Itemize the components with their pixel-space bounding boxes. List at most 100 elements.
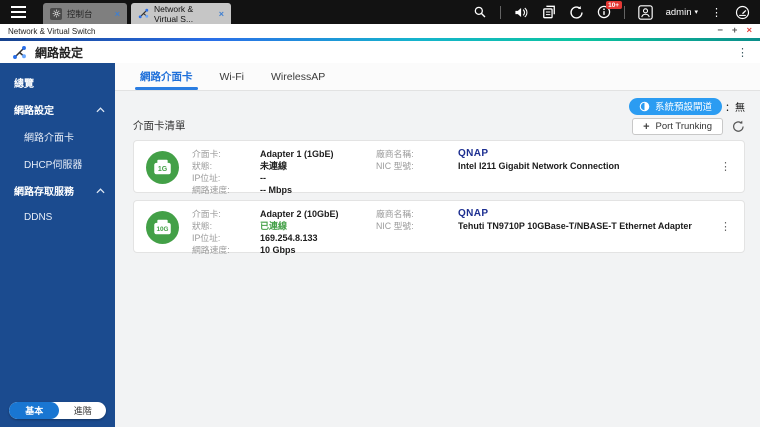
tab-label: Wi-Fi: [220, 71, 245, 83]
notification-badge: 10+: [606, 1, 622, 9]
adapter-speed: 10 Gbps: [260, 244, 376, 256]
chevron-up-icon: [96, 188, 105, 194]
more-options-icon[interactable]: ⋮: [711, 6, 722, 19]
vendor-logo: QNAP: [458, 148, 717, 160]
sidebar-item-label: 網路存取服務: [14, 183, 74, 198]
mode-toggle: 基本 進階: [9, 402, 106, 419]
toggle-icon: [639, 101, 650, 112]
gateway-value: ：無: [725, 99, 745, 114]
tab-label: WirelessAP: [271, 71, 325, 83]
minimize-button[interactable]: −: [717, 26, 723, 36]
sidebar-group-network-access[interactable]: 網路存取服務: [0, 177, 115, 204]
adapter-row: 10G 介面卡: 狀態: IP位址: 網路速度: Adapter 2: [133, 200, 745, 253]
sidebar-item-dhcp-server[interactable]: DHCP伺服器: [0, 150, 115, 177]
field-label: 介面卡:: [192, 148, 260, 160]
close-button[interactable]: ×: [746, 26, 752, 36]
sidebar-item-label: 網路介面卡: [24, 129, 74, 144]
field-label: NIC 型號:: [376, 220, 458, 232]
tab-network-virtual-switch[interactable]: Network & Virtual S... ×: [131, 3, 231, 24]
gear-icon: [50, 8, 62, 20]
content-area: 系統預設閘道 ：無 介面卡清單 + Port Trunking: [115, 91, 760, 427]
field-label: 網路速度:: [192, 184, 260, 196]
sidebar-item-overview[interactable]: 總覽: [0, 69, 115, 96]
tab-wifi[interactable]: Wi-Fi: [220, 63, 245, 90]
header-more-options-icon[interactable]: ⋮: [737, 46, 748, 59]
app-header: 網路設定 ⋮: [0, 41, 760, 63]
adapter-1g-icon: 1G: [146, 151, 179, 189]
sidebar: 總覽 網路設定 網路介面卡 DHCP伺服器 網路存取服務 DDN: [0, 63, 115, 427]
sidebar-group-network-settings[interactable]: 網路設定: [0, 96, 115, 123]
field-label: IP位址:: [192, 172, 260, 184]
chevron-down-icon: ▾: [694, 8, 698, 16]
page-title: 網路設定: [35, 44, 83, 61]
topbar-actions: 10+ admin ▾ ⋮: [473, 0, 760, 24]
adapter-list: 1G 介面卡: 狀態: IP位址: 網路速度: Adapter 1: [133, 140, 745, 253]
sidebar-item-ddns[interactable]: DDNS: [0, 204, 115, 231]
notifications-icon[interactable]: 10+: [597, 5, 611, 19]
vendor-logo: QNAP: [458, 208, 717, 220]
adapter-more-options-icon[interactable]: ⋮: [717, 160, 734, 173]
field-label: 狀態:: [192, 160, 260, 172]
background-tasks-icon[interactable]: [542, 5, 556, 19]
close-icon[interactable]: ×: [219, 9, 224, 19]
adapter-more-options-icon[interactable]: ⋮: [717, 220, 734, 233]
adapter-10g-icon: 10G: [146, 211, 179, 249]
adapter-ip: 169.254.8.133: [260, 232, 376, 244]
adapter-name: Adapter 1 (1GbE): [260, 148, 376, 160]
field-label: NIC 型號:: [376, 160, 458, 172]
tab-label: 控制台: [67, 8, 93, 20]
window-title: Network & Virtual Switch: [8, 27, 95, 36]
mode-advanced-button[interactable]: 進階: [59, 402, 106, 419]
divider: [500, 6, 501, 19]
user-menu[interactable]: admin ▾: [666, 7, 698, 18]
tab-label: 網路介面卡: [140, 69, 193, 84]
user-icon[interactable]: [638, 5, 653, 20]
adapter-row: 1G 介面卡: 狀態: IP位址: 網路速度: Adapter 1: [133, 140, 745, 193]
tab-network-interfaces[interactable]: 網路介面卡: [140, 63, 193, 90]
tab-wirelessap[interactable]: WirelessAP: [271, 63, 325, 90]
sidebar-item-label: DDNS: [24, 212, 52, 223]
field-label: 介面卡:: [192, 208, 260, 220]
main-tabs: 網路介面卡 Wi-Fi WirelessAP: [115, 63, 760, 91]
interface-list-title: 介面卡清單: [133, 118, 186, 135]
window-titlebar: Network & Virtual Switch − + ×: [0, 24, 760, 38]
gateway-button-label: 系統預設閘道: [655, 99, 712, 113]
sidebar-item-interfaces[interactable]: 網路介面卡: [0, 123, 115, 150]
close-icon[interactable]: ×: [115, 9, 120, 19]
adapter-speed: -- Mbps: [260, 184, 376, 196]
sidebar-item-label: DHCP伺服器: [24, 156, 82, 171]
divider: [624, 6, 625, 19]
port-trunking-label: Port Trunking: [656, 121, 713, 132]
sidebar-item-label: 網路設定: [14, 102, 54, 117]
search-icon[interactable]: [473, 5, 487, 19]
tab-label: Network & Virtual S...: [154, 4, 214, 24]
field-label: 廠商名稱:: [376, 208, 458, 220]
sidebar-item-label: 總覽: [14, 75, 34, 90]
tab-control-panel[interactable]: 控制台 ×: [43, 3, 127, 24]
field-label: 狀態:: [192, 220, 260, 232]
mode-basic-button[interactable]: 基本: [9, 402, 59, 419]
adapter-status: 未連線: [260, 160, 376, 172]
app-icon: [12, 45, 27, 60]
screen: 控制台 × Network & Virtual S... ×: [0, 0, 760, 427]
main-menu-icon[interactable]: [0, 0, 37, 24]
refresh-icon[interactable]: [732, 120, 745, 133]
desktop-topbar: 控制台 × Network & Virtual S... ×: [0, 0, 760, 24]
chevron-up-icon: [96, 107, 105, 113]
maximize-button[interactable]: +: [732, 26, 738, 36]
field-label: 網路速度:: [192, 244, 260, 256]
user-name: admin: [666, 7, 692, 18]
volume-icon[interactable]: [514, 6, 529, 19]
sync-icon[interactable]: [569, 5, 584, 20]
adapter-ip: --: [260, 172, 376, 184]
plus-icon: +: [643, 121, 649, 133]
field-label: 廠商名稱:: [376, 148, 458, 160]
port-trunking-button[interactable]: + Port Trunking: [632, 118, 723, 135]
field-label: IP位址:: [192, 232, 260, 244]
system-default-gateway-button[interactable]: 系統預設閘道: [629, 98, 722, 115]
network-icon: [138, 8, 149, 19]
adapter-name: Adapter 2 (10GbE): [260, 208, 376, 220]
svg-text:10G: 10G: [156, 226, 168, 233]
nic-model: Intel I211 Gigabit Network Connection: [458, 160, 717, 172]
dashboard-gauge-icon[interactable]: [735, 5, 750, 20]
